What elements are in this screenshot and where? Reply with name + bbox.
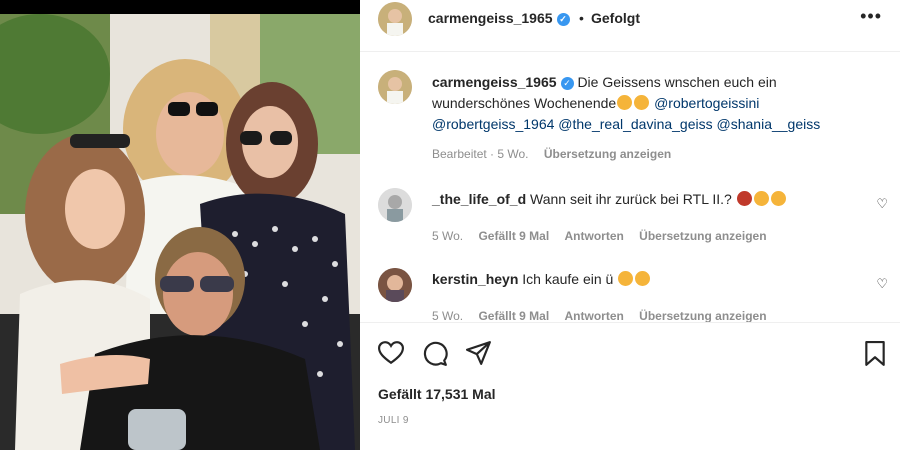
caption-meta: Bearbeitet · 5 Wo. Übersetzung anzeigen	[432, 147, 672, 161]
mention-link[interactable]: @robertogeissini	[654, 95, 759, 111]
comment-likes[interactable]: Gefällt 9 Mal	[478, 229, 549, 243]
scream-emoji-icon	[753, 191, 769, 206]
post-header: carmengeiss_1965 ✓ • Gefolgt •••	[360, 0, 900, 52]
caption-text: carmengeiss_1965 ✓ Die Geissens wnschen e…	[432, 72, 872, 135]
post-actions-bar: Gefällt 17,531 Mal JULI 9	[360, 322, 900, 450]
caption-age: 5 Wo.	[497, 147, 529, 161]
heart-emoji-icon	[736, 191, 752, 206]
verified-badge-icon: ✓	[560, 77, 574, 90]
photo-top-bar	[0, 0, 360, 14]
post-details-panel: carmengeiss_1965 ✓ • Gefolgt ••• carmenge…	[360, 0, 900, 450]
author-username[interactable]: carmengeiss_1965 ✓	[428, 10, 570, 26]
comments-scroll-area[interactable]: carmengeiss_1965 ✓ Die Geissens wnschen e…	[360, 52, 900, 322]
heart-icon[interactable]	[378, 341, 404, 365]
comment-text: _the_life_of_d Wann seit ihr zurück bei …	[432, 191, 787, 207]
post-date: JULI 9	[378, 415, 409, 426]
commenter-username[interactable]: _the_life_of_d	[432, 191, 526, 207]
mention-link[interactable]: @robertgeiss_1964	[432, 116, 554, 132]
caption-author-avatar[interactable]	[378, 70, 412, 104]
commenter-avatar[interactable]	[378, 268, 412, 302]
more-options-icon[interactable]: •••	[860, 6, 882, 27]
header-separator: •	[579, 10, 584, 26]
comment-meta: 5 Wo. Gefällt 9 Mal Antworten Übersetzun…	[432, 309, 767, 322]
kiss-emoji-icon	[617, 95, 633, 110]
nerd-emoji-icon	[635, 271, 651, 286]
like-comment-heart-icon[interactable]: ♡	[876, 196, 888, 212]
reply-button[interactable]: Antworten	[565, 229, 624, 243]
mention-link[interactable]: @the_real_davina_geiss	[558, 116, 712, 132]
mention-link[interactable]: @shania__geiss	[717, 116, 821, 132]
follow-status-button[interactable]: Gefolgt	[591, 10, 640, 26]
heart-eyes-emoji-icon	[770, 191, 786, 206]
comment-age: 5 Wo.	[432, 229, 464, 243]
share-icon[interactable]	[466, 341, 492, 365]
grin-emoji-icon	[618, 271, 634, 286]
likes-count[interactable]: Gefällt 17,531 Mal	[378, 386, 496, 402]
reply-button[interactable]: Antworten	[565, 309, 624, 322]
caption-username[interactable]: carmengeiss_1965	[432, 74, 557, 90]
commenter-avatar[interactable]	[378, 188, 412, 222]
edited-label: Bearbeitet	[432, 147, 487, 161]
comment-age: 5 Wo.	[432, 309, 464, 322]
comment-body: Wann seit ihr zurück bei RTL II.?	[530, 191, 732, 207]
author-username-text[interactable]: carmengeiss_1965	[428, 10, 553, 26]
post-photo[interactable]	[0, 0, 360, 450]
translate-comment-button[interactable]: Übersetzung anzeigen	[639, 229, 766, 243]
comment-meta: 5 Wo. Gefällt 9 Mal Antworten Übersetzun…	[432, 229, 767, 243]
family-photo-image	[0, 14, 360, 450]
kiss-emoji-icon	[634, 95, 650, 110]
translate-caption-button[interactable]: Übersetzung anzeigen	[544, 147, 671, 161]
author-avatar[interactable]	[378, 2, 412, 36]
like-comment-heart-icon[interactable]: ♡	[876, 276, 888, 292]
comment-likes[interactable]: Gefällt 9 Mal	[478, 309, 549, 322]
commenter-username[interactable]: kerstin_heyn	[432, 271, 518, 287]
comment-icon[interactable]	[422, 341, 448, 367]
comment-text: kerstin_heyn Ich kaufe ein ü	[432, 271, 651, 287]
comment-body: Ich kaufe ein ü	[522, 271, 614, 287]
instagram-post-view: carmengeiss_1965 ✓ • Gefolgt ••• carmenge…	[0, 0, 900, 450]
translate-comment-button[interactable]: Übersetzung anzeigen	[639, 309, 766, 322]
bookmark-icon[interactable]	[864, 341, 886, 367]
verified-badge-icon: ✓	[556, 13, 570, 26]
